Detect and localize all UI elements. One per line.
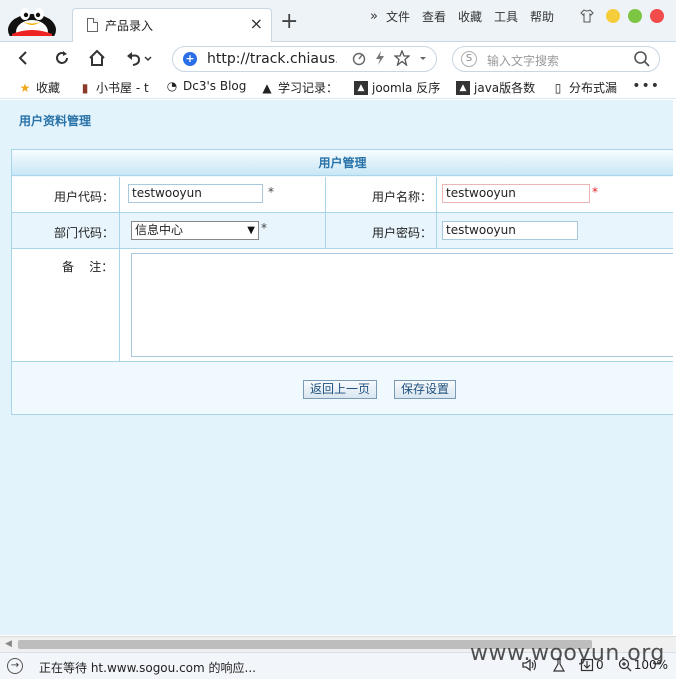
- document-icon: [87, 18, 98, 32]
- save-button[interactable]: 保存设置: [394, 380, 456, 399]
- remark-textarea[interactable]: [131, 253, 673, 357]
- navigation-bar: + http://track.chiaus. S 输入文字搜索: [0, 42, 676, 75]
- menu-help[interactable]: 帮助: [530, 8, 554, 25]
- download-icon: [580, 658, 594, 672]
- bookmark-4[interactable]: ▲ joomla 反序: [354, 79, 440, 96]
- bookmark-6[interactable]: ▯ 分布式漏: [551, 79, 617, 96]
- scroll-left-icon[interactable]: ◀: [5, 639, 12, 649]
- zoom-level: 100%: [633, 658, 668, 672]
- user-password-input[interactable]: testwooyun: [442, 221, 578, 240]
- browser-tab[interactable]: 产品录入 ×: [72, 8, 272, 42]
- close-window-button[interactable]: [650, 9, 664, 23]
- menu-tools[interactable]: 工具: [494, 8, 518, 25]
- page-icon: ▯: [554, 80, 562, 95]
- status-bar: → 正在等待 ht.www.sogou.com 的响应... www.wooyu…: [0, 641, 676, 679]
- undo-icon: [127, 52, 152, 66]
- dept-code-select[interactable]: 信息中心 ▼: [131, 221, 259, 240]
- form-title: 用户管理: [12, 150, 673, 176]
- menu-favorites[interactable]: 收藏: [458, 8, 482, 25]
- search-box[interactable]: S 输入文字搜索: [452, 46, 660, 72]
- dropdown-arrow-icon: ▼: [247, 225, 255, 236]
- url-input[interactable]: http://track.chiaus.: [207, 51, 337, 67]
- dept-code-selected: 信息中心: [135, 223, 184, 237]
- bookmarks-bar: ★ 收藏 ▮ 小书屋 - t ◔ Dc3's Blog ▲ 学习记录： ▲ joomla …: [0, 75, 676, 99]
- security-shield-icon: +: [183, 52, 197, 66]
- new-tab-button[interactable]: +: [280, 10, 298, 34]
- sogou-search-icon[interactable]: S: [461, 51, 477, 67]
- bookmark-3[interactable]: ▲ 学习记录：: [260, 79, 338, 96]
- menu-view[interactable]: 查看: [422, 8, 446, 25]
- refresh-icon: [56, 51, 68, 64]
- search-input[interactable]: 输入文字搜索: [487, 52, 559, 69]
- window-controls: [580, 9, 664, 23]
- dropdown-arrow-icon[interactable]: [418, 50, 428, 66]
- zoom-icon: [618, 658, 632, 672]
- page-content: 用户资料管理 用户管理 用户代码： testwooyun * 用户名称： tes…: [0, 100, 673, 635]
- loading-arrow-icon[interactable]: →: [7, 658, 23, 674]
- book-icon: ▮: [81, 80, 89, 95]
- qq-browser-logo: [8, 8, 56, 36]
- user-code-label: 用户代码：: [54, 190, 115, 204]
- required-mark: *: [261, 221, 267, 235]
- tab-title: 产品录入: [105, 19, 154, 33]
- form-row-remark: 备 注：: [12, 249, 673, 362]
- user-form: 用户管理 用户代码： testwooyun * 用户名称： testwooyun…: [11, 149, 673, 415]
- minimize-button[interactable]: [606, 9, 620, 23]
- remark-label: 备 注：: [62, 260, 114, 274]
- menu-overflow-icon[interactable]: »: [370, 9, 378, 24]
- bookmark-2[interactable]: ◔ Dc3's Blog: [165, 79, 247, 93]
- form-row-2: 部门代码： 信息中心 ▼ * 用户密码： testwooyun: [12, 213, 673, 249]
- title-bar: 产品录入 × + » 文件 查看 收藏 工具 帮助: [0, 0, 676, 42]
- user-name-input[interactable]: testwooyun: [442, 184, 590, 203]
- zoom-control[interactable]: 100%: [618, 658, 668, 672]
- back-button[interactable]: [12, 46, 36, 70]
- back-button[interactable]: 返回上一页: [303, 380, 377, 399]
- close-tab-icon[interactable]: ×: [250, 14, 263, 34]
- dept-code-label: 部门代码：: [54, 226, 115, 240]
- lightning-icon[interactable]: [374, 50, 386, 66]
- bookmark-favorites[interactable]: ★ 收藏: [18, 79, 60, 96]
- maximize-button[interactable]: [628, 9, 642, 23]
- user-password-label: 用户密码：: [372, 226, 433, 240]
- menu-file[interactable]: 文件: [386, 8, 410, 25]
- home-icon: [89, 49, 105, 66]
- required-mark: *: [268, 185, 274, 199]
- star-bookmark-icon[interactable]: [394, 50, 410, 66]
- home-button[interactable]: [85, 46, 109, 70]
- search-icon[interactable]: [633, 50, 651, 68]
- speaker-icon[interactable]: [522, 658, 538, 672]
- address-bar[interactable]: + http://track.chiaus.: [172, 46, 437, 72]
- blog-icon: ◔: [166, 79, 178, 93]
- skin-icon[interactable]: [580, 9, 594, 23]
- graduation-cap-icon: ▲: [262, 80, 272, 95]
- speed-gauge-icon[interactable]: [352, 50, 366, 66]
- download-count: 0: [596, 658, 604, 672]
- image-icon: ▲: [354, 80, 368, 95]
- bookmark-1[interactable]: ▮ 小书屋 - t: [78, 79, 149, 96]
- download-indicator[interactable]: 0: [580, 658, 604, 672]
- bookmarks-more-icon[interactable]: •••: [632, 78, 660, 94]
- user-code-input[interactable]: testwooyun: [128, 184, 263, 203]
- user-name-label: 用户名称：: [372, 190, 433, 204]
- image-icon: ▲: [456, 80, 470, 95]
- page-title: 用户资料管理: [19, 114, 92, 128]
- form-row-1: 用户代码： testwooyun * 用户名称： testwooyun *: [12, 177, 673, 213]
- flask-icon[interactable]: [552, 658, 566, 672]
- status-text: 正在等待 ht.www.sogou.com 的响应...: [39, 661, 256, 675]
- refresh-button[interactable]: [50, 46, 74, 70]
- undo-close-button[interactable]: [120, 46, 156, 70]
- arrow-left-icon: [18, 51, 27, 65]
- required-mark: *: [592, 185, 598, 199]
- menu-bar: » 文件 查看 收藏 工具 帮助: [370, 8, 566, 25]
- bookmark-5[interactable]: ▲ java版各数: [456, 79, 535, 96]
- star-icon: ★: [19, 80, 31, 95]
